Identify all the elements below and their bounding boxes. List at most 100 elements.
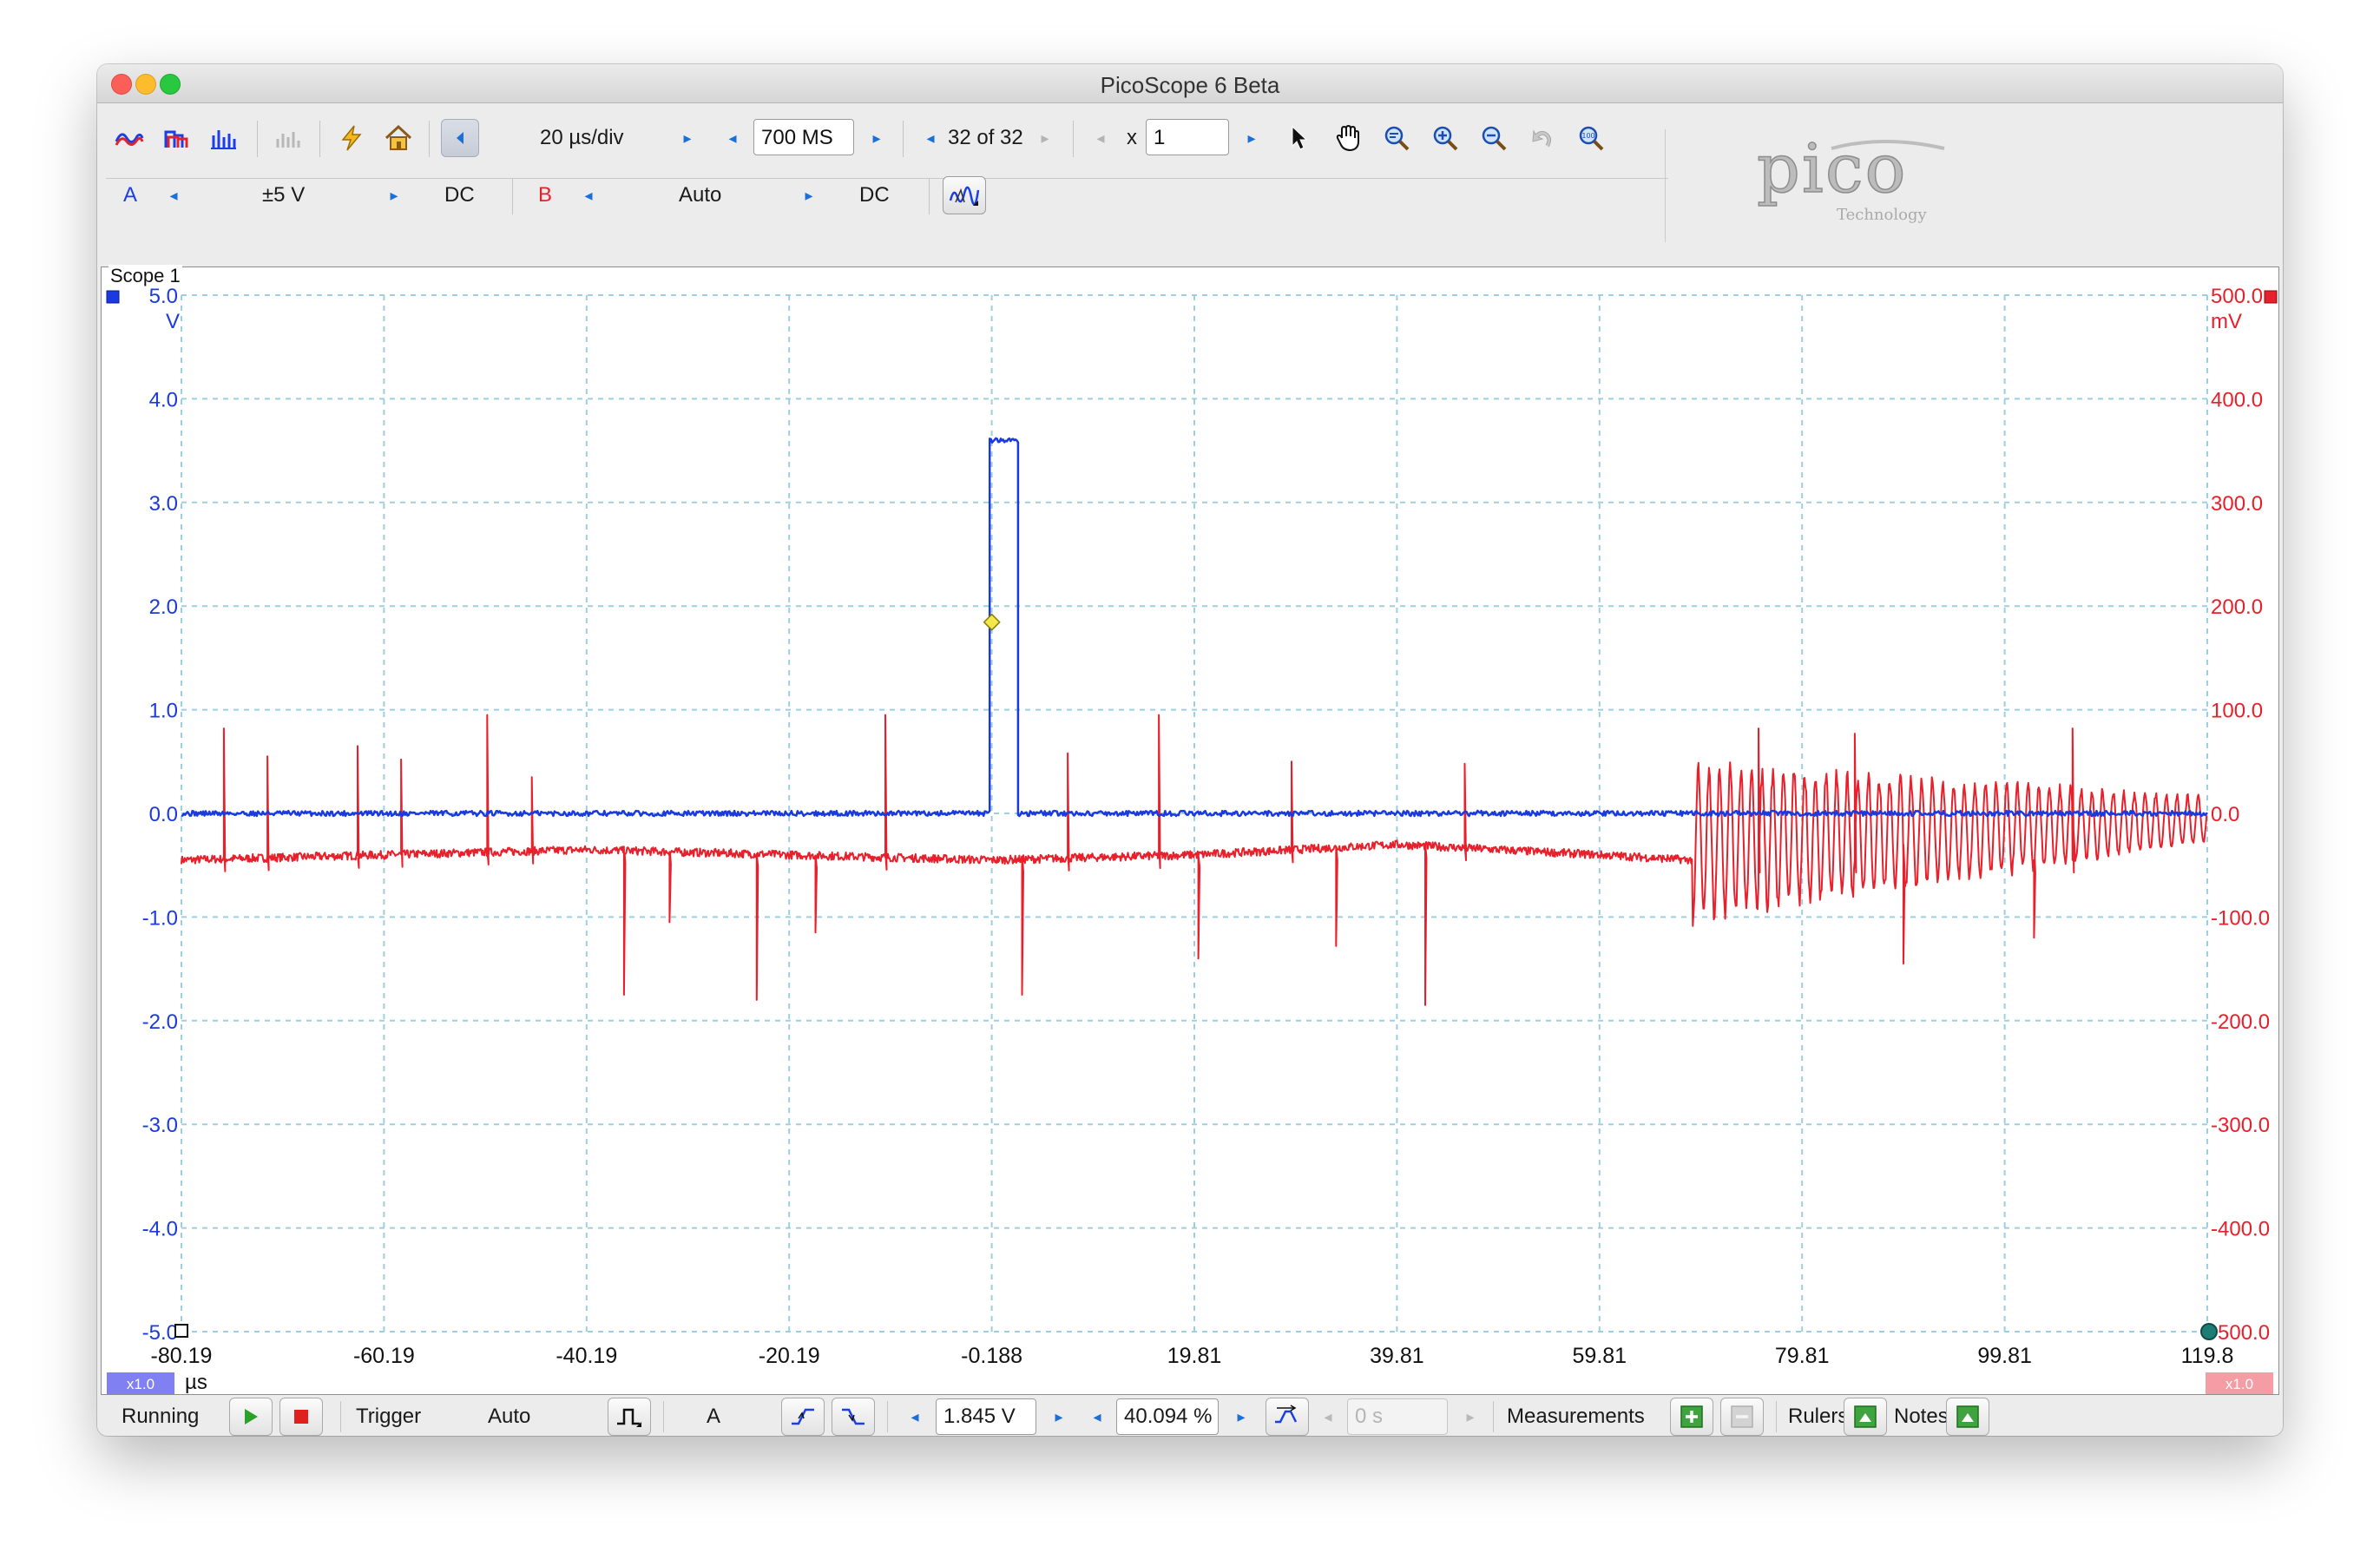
channel-a-range-increase-button[interactable]: ▸ — [384, 169, 404, 221]
right-scale-badge: x1.0 — [2225, 1376, 2253, 1392]
pre-trigger-field[interactable]: 40.094 % — [1116, 1398, 1219, 1435]
left-axis-tick-label: 4.0 — [149, 388, 178, 411]
right-axis-tick-label: -500.0 — [2211, 1321, 2270, 1345]
time-axis-tick-label: -20.19 — [759, 1344, 820, 1368]
falling-edge-icon[interactable] — [832, 1398, 875, 1436]
auto-setup-icon[interactable] — [332, 119, 371, 157]
channel-b-label[interactable]: B — [538, 169, 552, 221]
threshold-increase-button[interactable]: ▸ — [1049, 1398, 1069, 1436]
delay-field: 0 s — [1347, 1398, 1448, 1435]
toolbar-separator — [1073, 121, 1074, 157]
run-status: Running — [122, 1405, 200, 1428]
spectrum-view-icon[interactable] — [203, 119, 243, 157]
toolbar-separator — [319, 121, 320, 157]
post-trigger-delay-icon[interactable] — [1266, 1398, 1309, 1436]
timebase-increase-button[interactable]: ▸ — [677, 112, 698, 164]
time-axis-tick-label: -60.19 — [353, 1344, 415, 1368]
zoom-overview-icon[interactable]: 100 — [1571, 119, 1611, 157]
time-axis-unit: µs — [185, 1371, 207, 1394]
trigger-source[interactable]: A — [707, 1398, 720, 1436]
time-axis-tick-label: 39.81 — [1370, 1344, 1424, 1368]
channel-b-range-increase-button[interactable]: ▸ — [799, 169, 819, 221]
samples-increase-button[interactable]: ▸ — [866, 112, 887, 164]
left-axis-tick-label: -5.0 — [142, 1321, 178, 1345]
bottom-toolbar: Running Trigger Auto A ◂ 1.845 V ▸ ◂ 40.… — [97, 1398, 2283, 1436]
right-axis-unit: mV — [2211, 310, 2242, 333]
remove-measurement-icon — [1720, 1398, 1764, 1436]
hand-icon[interactable] — [1328, 119, 1368, 157]
time-axis-tick-label: 59.81 — [1573, 1344, 1627, 1368]
toolbar-separator — [429, 121, 430, 157]
channel-b-axis-marker — [2264, 290, 2278, 304]
channel-a-range-decrease-button[interactable]: ◂ — [163, 169, 184, 221]
notes-toggle-icon[interactable] — [1946, 1398, 1989, 1436]
trigger-marker — [983, 613, 1001, 631]
time-axis-tick-label: -40.19 — [556, 1344, 617, 1368]
right-axis-tick-label: 200.0 — [2211, 595, 2263, 619]
scope-view-icon[interactable] — [109, 119, 149, 157]
right-axis-tick-label: -300.0 — [2211, 1114, 2270, 1137]
time-origin-handle — [2200, 1323, 2218, 1340]
pointer-icon[interactable] — [1279, 119, 1319, 157]
toolbar-separator — [512, 178, 513, 214]
buffer-position: 32 of 32 — [948, 126, 1023, 149]
zoom-out-icon[interactable] — [1474, 119, 1514, 157]
math-channel-icon[interactable] — [943, 176, 986, 214]
time-ruler-handle — [174, 1324, 188, 1338]
left-axis-tick-label: 5.0 — [149, 285, 178, 308]
threshold-decrease-button[interactable]: ◂ — [904, 1398, 925, 1436]
zoom-increase-button[interactable]: ▸ — [1241, 112, 1262, 164]
zoom-in-icon[interactable] — [1425, 119, 1465, 157]
right-axis-tick-label: -200.0 — [2211, 1010, 2270, 1034]
stop-button[interactable] — [279, 1398, 323, 1436]
zoom-decrease-button: ◂ — [1096, 128, 1105, 147]
spectrum-view-disabled-icon — [267, 119, 307, 157]
add-measurement-icon[interactable] — [1670, 1398, 1713, 1436]
rulers-toggle-icon[interactable] — [1844, 1398, 1887, 1436]
bottom-separator — [1776, 1401, 1777, 1432]
channel-a-label[interactable]: A — [123, 169, 137, 221]
right-axis-tick-label: -100.0 — [2211, 906, 2270, 930]
left-axis-tick-label: 3.0 — [149, 492, 178, 516]
main-toolbar: 20 µs/div ▸ ◂ 700 MS ▸ ◂ 32 of 32 ▸ ◂ x … — [97, 103, 2283, 266]
scope-plot[interactable]: 5.0 4.0 3.0 2.0 1.0 0.0 -1.0 -2.0 -3.0 -4.0 -5.0 V 5… — [102, 267, 2278, 1394]
start-button[interactable] — [229, 1398, 273, 1436]
samples-field[interactable]: 700 MS — [753, 119, 854, 155]
pretrigger-decrease-button[interactable]: ◂ — [1087, 1398, 1108, 1436]
zoom-factor-field[interactable]: 1 — [1146, 119, 1229, 155]
trigger-mode[interactable]: Auto — [488, 1398, 530, 1436]
pretrigger-increase-button[interactable]: ▸ — [1231, 1398, 1252, 1436]
channel-a-range[interactable]: ±5 V — [262, 169, 305, 221]
right-axis-tick-label: 400.0 — [2211, 388, 2263, 411]
time-axis-tick-label: 79.81 — [1775, 1344, 1830, 1368]
advanced-trigger-icon[interactable] — [608, 1398, 651, 1436]
toolbar-separator — [903, 121, 904, 157]
rising-edge-icon[interactable] — [781, 1398, 825, 1436]
back-button[interactable] — [441, 119, 479, 157]
channel-b-coupling[interactable]: DC — [859, 169, 890, 221]
toolbar-row-channels: A ◂ ±5 V ▸ DC B ◂ Auto ▸ DC — [97, 169, 1660, 221]
persistence-view-icon[interactable] — [156, 119, 196, 157]
bottom-separator — [887, 1401, 888, 1432]
right-axis-tick-label: 100.0 — [2211, 700, 2263, 723]
notes-label: Notes — [1894, 1405, 1949, 1428]
bottom-separator — [1493, 1401, 1494, 1432]
zoom-icon[interactable] — [1377, 119, 1417, 157]
channel-b-range-decrease-button[interactable]: ◂ — [578, 169, 599, 221]
trigger-threshold-field[interactable]: 1.845 V — [936, 1398, 1036, 1435]
channel-a-coupling[interactable]: DC — [444, 169, 475, 221]
title-bar: PicoScope 6 Beta — [97, 64, 2283, 103]
left-axis-tick-label: -1.0 — [142, 906, 178, 930]
timebase-value[interactable]: 20 µs/div — [540, 112, 624, 164]
time-axis-tick-label: 19.81 — [1167, 1344, 1222, 1368]
bottom-separator — [340, 1401, 341, 1432]
buffer-previous-button[interactable]: ◂ — [920, 112, 941, 164]
undo-zoom-icon — [1522, 119, 1562, 157]
home-icon[interactable] — [378, 119, 418, 157]
samples-decrease-button[interactable]: ◂ — [722, 112, 743, 164]
right-axis-tick-label: 500.0 — [2211, 285, 2263, 308]
right-axis-tick-label: -400.0 — [2211, 1218, 2270, 1241]
channel-b-range[interactable]: Auto — [679, 169, 721, 221]
toolbar-separator — [257, 121, 258, 157]
trigger-label: Trigger — [356, 1405, 422, 1428]
